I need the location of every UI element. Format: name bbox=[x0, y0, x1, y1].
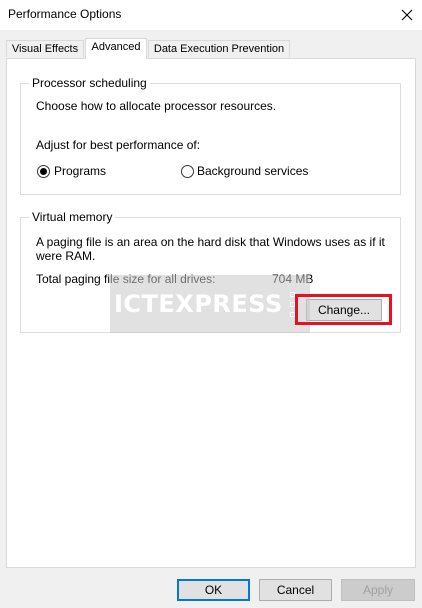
tab-visual-effects[interactable]: Visual Effects bbox=[6, 40, 84, 57]
processor-scheduling-legend: Processor scheduling bbox=[29, 76, 150, 90]
background-services-radio-label[interactable]: Background services bbox=[197, 164, 308, 178]
title-bar: Performance Options bbox=[0, 0, 422, 30]
close-button[interactable] bbox=[392, 0, 422, 30]
virtual-memory-description-line2: were RAM. bbox=[36, 249, 96, 263]
total-paging-file-value: 704 MB bbox=[272, 272, 314, 286]
programs-radio[interactable] bbox=[37, 165, 50, 178]
tab-advanced[interactable]: Advanced bbox=[85, 38, 147, 59]
ok-button[interactable]: OK bbox=[177, 579, 250, 601]
cancel-button[interactable]: Cancel bbox=[259, 579, 332, 601]
change-button[interactable]: Change... bbox=[306, 299, 382, 321]
programs-radio-label[interactable]: Programs bbox=[54, 164, 106, 178]
advanced-tab-panel: Processor scheduling Choose how to alloc… bbox=[6, 58, 416, 568]
close-icon bbox=[401, 9, 413, 21]
background-services-radio[interactable] bbox=[181, 165, 194, 178]
virtual-memory-legend: Virtual memory bbox=[29, 210, 116, 224]
virtual-memory-description-line1: A paging file is an area on the hard dis… bbox=[36, 235, 385, 249]
processor-scheduling-group: Processor scheduling Choose how to alloc… bbox=[20, 76, 401, 195]
radio-selected-dot bbox=[40, 168, 47, 175]
processor-scheduling-description: Choose how to allocate processor resourc… bbox=[36, 99, 277, 113]
virtual-memory-group: Virtual memory A paging file is an area … bbox=[20, 210, 401, 333]
adjust-performance-label: Adjust for best performance of: bbox=[36, 138, 201, 152]
total-paging-file-label: Total paging file size for all drives: bbox=[36, 272, 216, 286]
apply-button[interactable]: Apply bbox=[341, 579, 415, 601]
tab-data-execution-prevention[interactable]: Data Execution Prevention bbox=[148, 40, 290, 57]
window-title: Performance Options bbox=[8, 7, 122, 21]
performance-options-window: Performance Options Visual Effects Advan… bbox=[0, 0, 422, 608]
